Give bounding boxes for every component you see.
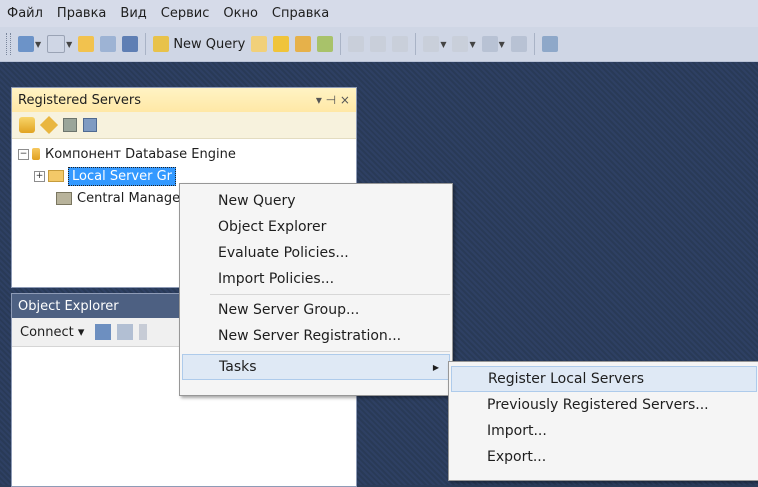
submenu-arrow-icon: ▶: [432, 362, 439, 372]
menu-item-new-query[interactable]: New Query: [180, 188, 452, 214]
save-all-icon[interactable]: [122, 36, 139, 52]
menu-separator: [210, 294, 450, 295]
activity-monitor-icon[interactable]: [541, 36, 558, 52]
menu-file[interactable]: Файл: [0, 6, 50, 21]
menu-item-tasks[interactable]: Tasks ▶: [182, 354, 450, 380]
toolbar-separator: [415, 33, 417, 55]
add-item-icon[interactable]: [47, 35, 66, 53]
chevron-down-icon[interactable]: ▼: [35, 40, 41, 49]
chevron-down-icon[interactable]: ▼: [499, 40, 505, 49]
menu-separator: [210, 351, 450, 352]
new-query-label: New Query: [173, 36, 246, 52]
menu-item-import-policies[interactable]: Import Policies...: [180, 266, 452, 292]
menu-bar: Файл Правка Вид Сервис Окно Справка: [0, 0, 758, 27]
xmla-query-icon[interactable]: [317, 36, 334, 52]
tree-central-label: Central Manage: [77, 190, 181, 206]
database-query-icon[interactable]: [251, 36, 268, 52]
cut-icon[interactable]: [348, 36, 365, 52]
menu-edit[interactable]: Правка: [50, 6, 113, 21]
chevron-down-icon[interactable]: ▼: [440, 40, 446, 49]
tree-root-row[interactable]: − Компонент Database Engine: [12, 143, 356, 165]
tree-local-group-label[interactable]: Local Server Gr: [68, 166, 177, 186]
menu-item-export[interactable]: Export...: [449, 444, 758, 470]
navigate-back-icon[interactable]: [481, 36, 498, 52]
toolbar-separator: [340, 33, 342, 55]
registered-servers-titlebar: Registered Servers ▾ ⊣ ×: [12, 88, 356, 112]
pane-window-controls[interactable]: ▾ ⊣ ×: [316, 93, 350, 107]
menu-item-evaluate-policies[interactable]: Evaluate Policies...: [180, 240, 452, 266]
menu-item-import[interactable]: Import...: [449, 418, 758, 444]
database-engine-icon: [32, 148, 40, 160]
folder-icon: [48, 170, 64, 182]
menu-help[interactable]: Справка: [265, 6, 336, 21]
connect-button[interactable]: Connect ▾: [20, 325, 84, 340]
server-type-toolbar: [12, 112, 356, 139]
menu-window[interactable]: Окно: [216, 6, 265, 21]
save-icon[interactable]: [100, 36, 117, 52]
expand-icon[interactable]: +: [34, 170, 45, 182]
tree-root-label: Компонент Database Engine: [45, 146, 236, 162]
menu-item-previously-registered[interactable]: Previously Registered Servers...: [449, 392, 758, 418]
analysis-services-icon[interactable]: [39, 115, 59, 135]
menu-item-object-explorer[interactable]: Object Explorer: [180, 214, 452, 240]
tasks-submenu: Register Local Servers Previously Regist…: [448, 361, 758, 481]
redo-icon[interactable]: [452, 36, 469, 52]
menu-item-tasks-label: Tasks: [219, 359, 257, 375]
menu-item-register-local-servers[interactable]: Register Local Servers: [451, 366, 757, 392]
collapse-icon[interactable]: −: [18, 148, 29, 160]
copy-icon[interactable]: [370, 36, 387, 52]
navigate-forward-icon[interactable]: [510, 36, 527, 52]
chevron-down-icon[interactable]: ▼: [469, 40, 475, 49]
mdx-query-icon[interactable]: [273, 36, 290, 52]
undo-icon[interactable]: [423, 36, 440, 52]
integration-services-icon[interactable]: [83, 118, 97, 132]
central-management-icon: [56, 191, 72, 205]
reporting-services-icon[interactable]: [63, 118, 77, 132]
connect-object-icon[interactable]: [95, 324, 112, 340]
menu-item-new-server-registration[interactable]: New Server Registration...: [180, 323, 452, 349]
dmx-query-icon[interactable]: [295, 36, 312, 52]
toolbar-separator: [145, 33, 147, 55]
registered-servers-title: Registered Servers: [18, 92, 142, 108]
context-menu: New Query Object Explorer Evaluate Polic…: [179, 183, 453, 396]
new-project-icon[interactable]: [18, 36, 34, 52]
open-folder-icon[interactable]: [78, 36, 95, 52]
toolbar-separator: [533, 33, 535, 55]
paste-icon[interactable]: [392, 36, 409, 52]
standard-toolbar: ▼ ▼ New Query ▼ ▼ ▼: [0, 27, 758, 62]
menu-item-new-server-group[interactable]: New Server Group...: [180, 297, 452, 323]
disconnect-icon[interactable]: [117, 324, 134, 340]
stop-icon[interactable]: [139, 324, 148, 340]
chevron-down-icon[interactable]: ▼: [66, 40, 72, 49]
new-query-icon: [153, 36, 170, 52]
object-explorer-title: Object Explorer: [18, 298, 119, 314]
menu-view[interactable]: Вид: [113, 6, 153, 21]
new-query-button[interactable]: New Query: [153, 36, 245, 52]
menu-tools[interactable]: Сервис: [154, 6, 217, 21]
database-engine-icon[interactable]: [19, 117, 35, 133]
toolbar-grip[interactable]: [6, 33, 11, 55]
